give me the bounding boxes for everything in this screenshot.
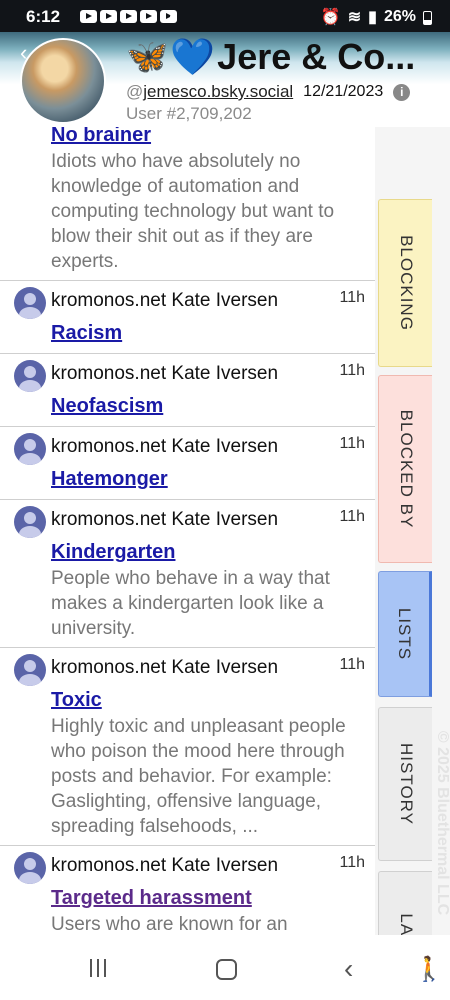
handle-prefix: @ xyxy=(126,82,144,101)
list-author[interactable]: kromonos.net Kate Iversen xyxy=(51,855,278,877)
list-description: People who behave in a way that makes a … xyxy=(51,568,330,639)
tab-lab[interactable]: LAB xyxy=(378,871,432,935)
list-name-link[interactable]: Hatemonger xyxy=(51,465,168,493)
list-name-link[interactable]: Racism xyxy=(51,319,122,347)
list-name-link[interactable]: No brainer xyxy=(51,127,151,149)
battery-percent: 26% xyxy=(383,8,416,25)
notification-icons xyxy=(80,10,177,23)
recent-apps-icon[interactable] xyxy=(90,959,106,977)
list-description: Highly toxic and unpleasant people who p… xyxy=(51,716,346,837)
list-time: 11h xyxy=(339,435,365,452)
tab-blocked-by-label: BLOCKED BY xyxy=(396,409,416,529)
list-name-link[interactable]: Targeted harassment xyxy=(51,884,252,912)
copyright-text: © 2025 Bluethermal LLC xyxy=(434,730,450,916)
signal-icon: ▮ xyxy=(368,9,377,26)
tab-lists[interactable]: LISTS xyxy=(378,571,432,697)
profile-avatar[interactable] xyxy=(20,38,106,124)
list-item[interactable]: kromonos.net Kate Iversen 11h Neofascism xyxy=(0,354,375,427)
list-item[interactable]: kromonos.net Kate Iversen 11h Racism xyxy=(0,281,375,354)
list-item[interactable]: kromonos.net Kate Iversen 11h Targeted h… xyxy=(0,846,375,935)
list-time: 11h xyxy=(339,508,365,525)
blue-heart-emoji: 💙 xyxy=(170,36,216,77)
tab-lists-label: LISTS xyxy=(395,607,414,661)
alarm-icon: ⏰ xyxy=(320,9,341,26)
profile-handle-link[interactable]: jemesco.bsky.social xyxy=(143,82,293,102)
list-item[interactable]: kromonos.net Kate Iversen 11h Kindergart… xyxy=(0,500,375,648)
list-author[interactable]: kromonos.net Kate Iversen xyxy=(51,436,278,458)
tab-history[interactable]: HISTORY xyxy=(378,707,432,861)
tab-blocking-label: BLOCKING xyxy=(396,235,416,331)
author-avatar[interactable] xyxy=(14,287,46,319)
status-bar: 6:12 ⏰ ≋ ▮ 26% xyxy=(0,0,450,32)
info-icon[interactable]: i xyxy=(393,83,411,101)
user-number: User #2,709,202 xyxy=(126,104,252,123)
list-author[interactable]: kromonos.net Kate Iversen xyxy=(51,657,278,679)
accessibility-icon[interactable]: 🚶 xyxy=(414,955,444,984)
list-time: 11h xyxy=(339,362,365,379)
status-time: 6:12 xyxy=(26,7,61,26)
list-name-link[interactable]: Toxic xyxy=(51,686,102,714)
lists-feed[interactable]: No brainer Idiots who have absolutely no… xyxy=(0,127,375,935)
list-item[interactable]: kromonos.net Kate Iversen 11h Toxic High… xyxy=(0,648,375,846)
list-item[interactable]: No brainer Idiots who have absolutely no… xyxy=(0,127,375,281)
author-avatar[interactable] xyxy=(14,852,46,884)
youtube-icon xyxy=(140,10,157,23)
handle-row: @ jemesco.bsky.social 12/21/2023 i xyxy=(126,82,411,102)
back-icon[interactable]: ‹ xyxy=(344,953,353,985)
home-icon[interactable] xyxy=(216,959,237,980)
youtube-icon xyxy=(120,10,137,23)
tab-blocking[interactable]: BLOCKING xyxy=(378,199,432,367)
author-avatar[interactable] xyxy=(14,506,46,538)
more-notifications-dot xyxy=(170,14,175,19)
youtube-icon xyxy=(100,10,117,23)
wifi-icon: ≋ xyxy=(347,9,362,26)
list-name-link[interactable]: Kindergarten xyxy=(51,538,175,566)
system-nav-bar: ‹ 🚶 xyxy=(0,935,450,1000)
battery-icon xyxy=(423,11,432,25)
tab-blocked-by[interactable]: BLOCKED BY xyxy=(378,375,432,563)
list-time: 11h xyxy=(339,854,365,871)
tab-history-label: HISTORY xyxy=(396,743,416,825)
copyright-watermark: © 2025 Bluethermal LLC xyxy=(433,703,450,935)
list-description: Idiots who have absolutely no knowledge … xyxy=(51,151,335,272)
list-time: 11h xyxy=(339,656,365,673)
list-time: 11h xyxy=(339,289,365,306)
list-description: Users who are known for an unhealthy obs… xyxy=(51,914,288,935)
side-tabs: BLOCKING BLOCKED BY LISTS HISTORY LAB © … xyxy=(375,127,450,935)
join-date: 12/21/2023 xyxy=(303,83,384,100)
author-avatar[interactable] xyxy=(14,360,46,392)
profile-title-row: 🦋 💙 Jere & Co... xyxy=(126,36,415,78)
tab-lab-label: LAB xyxy=(396,913,416,935)
butterfly-emoji: 🦋 xyxy=(126,38,169,76)
list-author[interactable]: kromonos.net Kate Iversen xyxy=(51,363,278,385)
list-item[interactable]: kromonos.net Kate Iversen 11h Hatemonger xyxy=(0,427,375,500)
list-author[interactable]: kromonos.net Kate Iversen xyxy=(51,509,278,531)
profile-display-name: Jere & Co... xyxy=(217,36,416,77)
profile-header: ‹ 🦋 💙 Jere & Co... @ jemesco.bsky.social… xyxy=(0,32,450,127)
author-avatar[interactable] xyxy=(14,654,46,686)
youtube-icon xyxy=(80,10,97,23)
author-avatar[interactable] xyxy=(14,433,46,465)
list-author[interactable]: kromonos.net Kate Iversen xyxy=(51,290,278,312)
list-name-link[interactable]: Neofascism xyxy=(51,392,163,420)
